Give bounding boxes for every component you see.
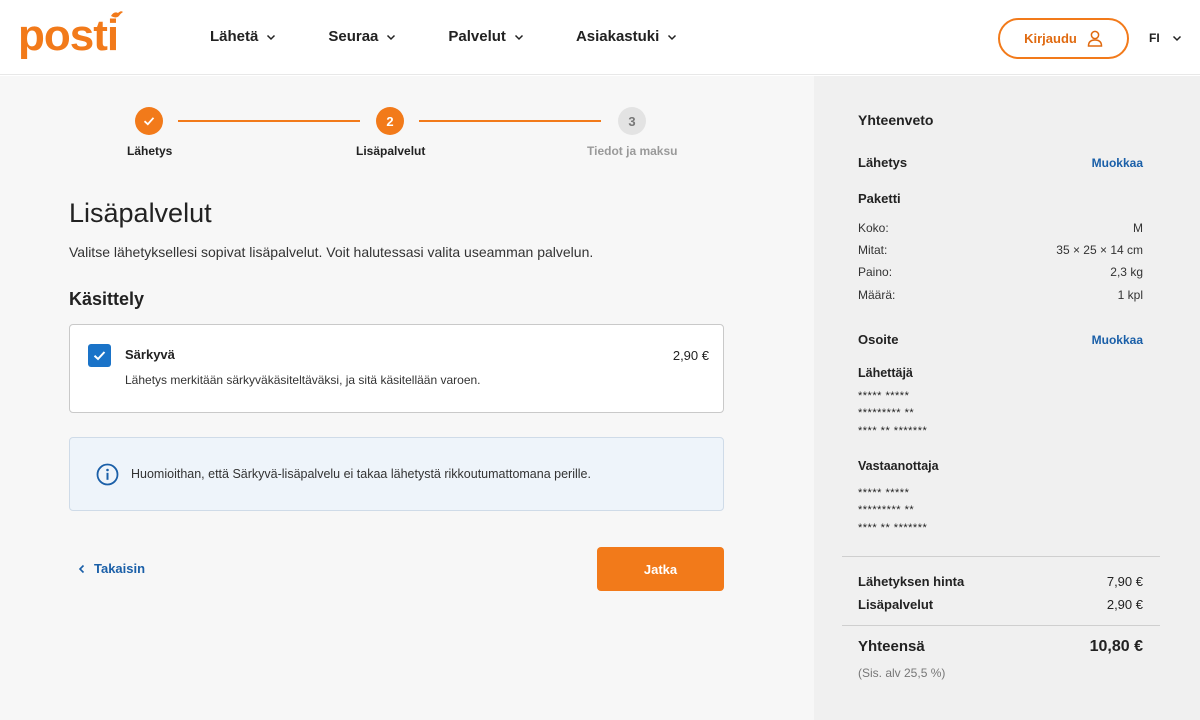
step-2-marker: 2 — [376, 107, 404, 135]
service-price: 2,90 € — [672, 348, 709, 363]
nav-item-asiakastuki[interactable]: Asiakastuki — [576, 28, 677, 45]
site-header: posti Lähetä Seuraa Palvelut Asiakastuki… — [0, 0, 1200, 75]
extras-price-row: Lisäpalvelut 2,90 € — [858, 597, 1143, 612]
recipient-line: ********* ** — [858, 504, 915, 516]
summary-title: Yhteenveto — [858, 112, 934, 128]
sender-line: **** ** ******* — [858, 425, 928, 437]
total-row: Yhteensä 10,80 € — [858, 638, 1143, 656]
back-label: Takaisin — [94, 561, 146, 576]
user-icon — [1087, 30, 1103, 47]
continue-label: Jatka — [643, 561, 678, 577]
service-name: Särkyvä — [125, 347, 175, 362]
main-nav: Lähetä Seuraa Palvelut Asiakastuki — [210, 28, 729, 45]
edit-address-link[interactable]: Muokkaa — [1092, 333, 1143, 347]
vat-note: (Sis. alv 25,5 %) — [858, 666, 946, 680]
back-link[interactable]: Takaisin — [78, 561, 145, 576]
page-title: Lisäpalvelut — [69, 198, 212, 228]
package-row: Mitat: 35 × 25 × 14 cm — [858, 243, 1143, 257]
chevron-down-icon — [1172, 35, 1181, 42]
package-row-value: M — [1133, 221, 1143, 235]
shipping-price-row: Lähetyksen hinta 7,90 € — [858, 574, 1143, 589]
nav-item-palvelut[interactable]: Palvelut — [448, 28, 524, 45]
login-label: Kirjaudu — [1024, 31, 1077, 46]
extras-price-value: 2,90 € — [1106, 597, 1143, 612]
total-label: Yhteensä — [858, 638, 925, 655]
package-row-label: Paino: — [858, 265, 893, 279]
main-content: 2 3 Lähetys Lisäpalvelut Tiedot ja maksu… — [0, 76, 814, 720]
section-title-kasittely: Käsittely — [69, 289, 145, 309]
nav-item-label: Lähetä — [210, 28, 259, 45]
nav-item-label: Palvelut — [448, 28, 506, 45]
step-connector — [419, 120, 601, 122]
package-row-value: 2,3 kg — [1110, 265, 1143, 279]
service-card-sarkyva[interactable]: Särkyvä Lähetys merkitään särkyväkäsitel… — [69, 324, 724, 413]
edit-shipment-link[interactable]: Muokkaa — [1092, 156, 1143, 170]
sarkyva-checkbox[interactable] — [88, 344, 111, 367]
package-row: Määrä: 1 kpl — [858, 288, 1143, 302]
language-label: FI — [1149, 31, 1160, 45]
package-row: Koko: M — [858, 221, 1143, 235]
continue-button[interactable]: Jatka — [597, 547, 724, 591]
step-3-marker: 3 — [618, 107, 646, 135]
package-row-value: 35 × 25 × 14 cm — [1056, 243, 1143, 257]
login-button[interactable]: Kirjaudu — [998, 18, 1129, 59]
package-row-label: Koko: — [858, 221, 889, 235]
step-2-label: Lisäpalvelut — [356, 144, 426, 158]
language-selector[interactable]: FI — [1149, 31, 1182, 45]
order-summary: Yhteenveto Lähetys Muokkaa Paketti Koko:… — [814, 76, 1200, 720]
nav-item-label: Seuraa — [328, 28, 379, 45]
nav-item-seuraa[interactable]: Seuraa — [328, 28, 396, 45]
check-icon — [143, 117, 155, 126]
logo-text: posti — [18, 11, 119, 60]
step-3-label: Tiedot ja maksu — [587, 144, 678, 158]
summary-divider — [842, 625, 1160, 626]
progress-stepper: 2 3 Lähetys Lisäpalvelut Tiedot ja maksu — [0, 76, 814, 176]
sender-heading: Lähettäjä — [858, 366, 913, 380]
shipping-price-label: Lähetyksen hinta — [858, 574, 965, 589]
sender-line: ***** ***** — [858, 390, 910, 402]
chevron-left-icon — [78, 564, 85, 573]
nav-item-label: Asiakastuki — [575, 28, 660, 45]
chevron-down-icon — [267, 34, 276, 40]
summary-divider — [842, 556, 1160, 557]
summary-address-heading: Osoite — [858, 332, 899, 347]
summary-package-heading: Paketti — [858, 191, 901, 206]
package-row-label: Määrä: — [858, 288, 896, 302]
recipient-heading: Vastaanottaja — [858, 459, 939, 473]
step-1-label: Lähetys — [127, 144, 173, 158]
info-text: Huomioithan, että Särkyvä-lisäpalvelu ei… — [131, 467, 591, 481]
summary-shipment-heading: Lähetys — [858, 155, 908, 170]
check-icon — [93, 351, 106, 361]
package-row-label: Mitat: — [858, 243, 888, 257]
posti-logo[interactable]: posti — [18, 11, 124, 60]
bird-icon — [111, 11, 124, 18]
chevron-down-icon — [387, 34, 396, 40]
total-value: 10,80 € — [1089, 638, 1143, 655]
sender-line: ********* ** — [858, 407, 915, 419]
nav-item-laheta[interactable]: Lähetä — [210, 28, 276, 45]
recipient-line: ***** ***** — [858, 487, 910, 499]
step-connector — [178, 120, 360, 122]
service-description: Lähetys merkitään särkyväkäsiteltäväksi,… — [125, 373, 481, 387]
chevron-down-icon — [514, 34, 523, 40]
package-row: Paino: 2,3 kg — [858, 265, 1143, 279]
recipient-line: **** ** ******* — [858, 522, 928, 534]
extras-price-label: Lisäpalvelut — [858, 597, 934, 612]
shipping-price-value: 7,90 € — [1106, 574, 1143, 589]
page-description: Valitse lähetyksellesi sopivat lisäpalve… — [69, 244, 594, 260]
chevron-down-icon — [668, 34, 677, 40]
step-1-marker — [135, 107, 163, 135]
info-icon — [96, 463, 119, 486]
package-row-value: 1 kpl — [1117, 288, 1143, 302]
info-notice: Huomioithan, että Särkyvä-lisäpalvelu ei… — [69, 437, 724, 511]
